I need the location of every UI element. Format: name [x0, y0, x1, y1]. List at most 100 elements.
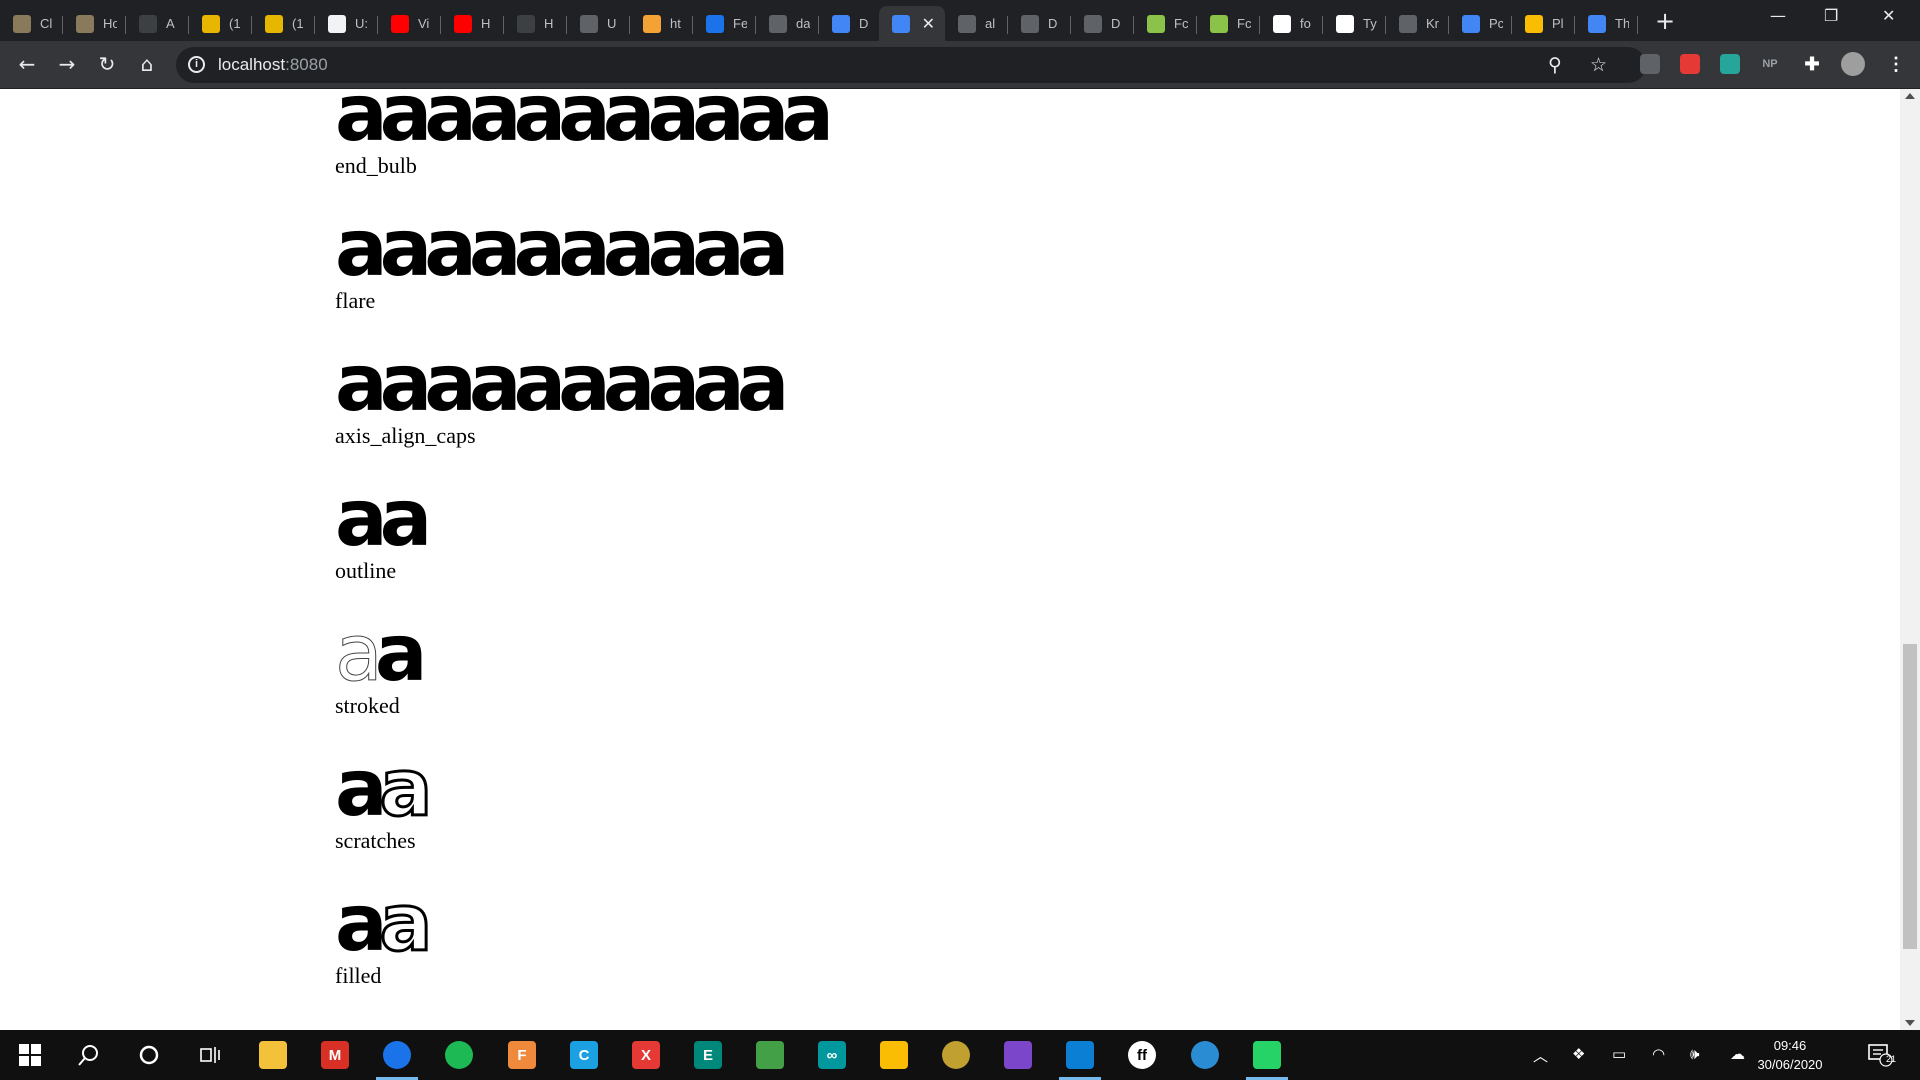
- tab[interactable]: D: [1008, 6, 1071, 41]
- taskbar-app-file-explorer[interactable]: [248, 1030, 298, 1080]
- taskbar-app-fontforge[interactable]: F: [497, 1030, 547, 1080]
- tab[interactable]: (1: [189, 6, 252, 41]
- profile-avatar[interactable]: [1841, 52, 1865, 76]
- tab[interactable]: Pc: [1449, 6, 1512, 41]
- taskbar-app-arduino[interactable]: ∞: [807, 1030, 857, 1080]
- back-icon[interactable]: ←: [15, 52, 39, 76]
- stop-extension-icon[interactable]: [1680, 54, 1700, 74]
- url-port: :8080: [285, 55, 328, 74]
- tab[interactable]: D: [1071, 6, 1134, 41]
- extensions-puzzle-icon[interactable]: ✚: [1802, 54, 1822, 74]
- tab[interactable]: D: [819, 6, 882, 41]
- taskbar-app-fontlab[interactable]: ff: [1117, 1030, 1167, 1080]
- terminal-icon: E: [694, 1041, 722, 1069]
- taskbar-app-spotify[interactable]: [434, 1030, 484, 1080]
- taskbar-app-vscode[interactable]: [1055, 1030, 1105, 1080]
- tab[interactable]: al: [945, 6, 1008, 41]
- tab[interactable]: Fc: [1197, 6, 1260, 41]
- taskbar-app-visual-studio[interactable]: [993, 1030, 1043, 1080]
- filled-glyph: a: [335, 744, 388, 834]
- taskbar-app-globe-app[interactable]: [931, 1030, 981, 1080]
- task-view-icon[interactable]: [185, 1030, 235, 1080]
- image-viewer-icon: [756, 1041, 784, 1069]
- tab[interactable]: H: [441, 6, 504, 41]
- clock-date: 30/06/2020: [1757, 1057, 1823, 1072]
- tab[interactable]: U: [567, 6, 630, 41]
- zoom-icon[interactable]: ⚲: [1548, 54, 1562, 76]
- glyph-sample-label: stroked: [335, 693, 400, 718]
- battery-icon[interactable]: ▭: [1612, 1045, 1626, 1063]
- scroll-down-arrow-icon[interactable]: [1905, 1020, 1915, 1026]
- scrollbar-thumb[interactable]: [1903, 644, 1917, 949]
- youtube-favicon-icon: [391, 14, 409, 33]
- tab-strip: Cl Ho A (1 (1 U: Vi H H Uht Fe da D ✕ al D D Fc Fc fo Ty Kr Pc…: [0, 0, 1920, 41]
- taskbar-app-chrome[interactable]: [372, 1030, 422, 1080]
- search-icon[interactable]: [64, 1030, 114, 1080]
- scrollbar[interactable]: [1900, 89, 1920, 1030]
- minimize-button[interactable]: —: [1770, 6, 1786, 25]
- tab[interactable]: Cl: [0, 6, 63, 41]
- close-window-button[interactable]: ✕: [1882, 6, 1895, 25]
- tab[interactable]: Pl: [1512, 6, 1575, 41]
- dropbox-icon[interactable]: ❖: [1572, 1045, 1585, 1063]
- tab-title: U: [607, 16, 617, 31]
- tab[interactable]: A: [126, 6, 189, 41]
- ccleaner-icon: C: [570, 1041, 598, 1069]
- taskbar-app-xmind[interactable]: X: [621, 1030, 671, 1080]
- taskbar-app-ccleaner[interactable]: C: [559, 1030, 609, 1080]
- np-extension-icon[interactable]: NP: [1760, 54, 1780, 74]
- scroll-up-arrow-icon[interactable]: [1905, 93, 1915, 99]
- volume-icon[interactable]: 🕪: [1690, 1045, 1699, 1063]
- stroked-glyph: a: [335, 609, 384, 700]
- cortana-icon[interactable]: [124, 1030, 174, 1080]
- tab[interactable]: Ty: [1323, 6, 1386, 41]
- tab[interactable]: Fc: [1134, 6, 1197, 41]
- globe-favicon-icon: [1021, 14, 1039, 33]
- tab-title: Fc: [1237, 16, 1251, 31]
- clock-time: 09:46: [1773, 1038, 1807, 1053]
- tab[interactable]: Th: [1575, 6, 1638, 41]
- tab[interactable]: Ho: [63, 6, 126, 41]
- gd-favicon-icon: [706, 14, 724, 33]
- taskbar-app-edge[interactable]: [1180, 1030, 1230, 1080]
- home-icon[interactable]: ⌂: [135, 52, 159, 76]
- menu-kebab-icon[interactable]: ⋮: [1886, 54, 1906, 74]
- clock[interactable]: 09:46 30/06/2020: [1750, 1036, 1830, 1074]
- site-info-icon[interactable]: i: [188, 56, 205, 73]
- tab[interactable]: U:: [315, 6, 378, 41]
- reload-icon[interactable]: ↻: [95, 52, 119, 76]
- tab-close-icon[interactable]: ✕: [922, 14, 935, 33]
- globe-favicon-icon: [1084, 14, 1102, 33]
- tab[interactable]: Fe: [693, 6, 756, 41]
- docs-favicon-icon: [1588, 14, 1606, 33]
- action-center-button[interactable]: 21: [1856, 1030, 1906, 1080]
- tab[interactable]: Vi: [378, 6, 441, 41]
- tab[interactable]: (1: [252, 6, 315, 41]
- tab[interactable]: Kr: [1386, 6, 1449, 41]
- vscode-icon: [1066, 1041, 1094, 1069]
- taskbar-app-image-viewer[interactable]: [745, 1030, 795, 1080]
- taskbar-app-gmail[interactable]: M: [310, 1030, 360, 1080]
- url-text[interactable]: localhost:8080: [218, 55, 328, 75]
- tab-title: H: [544, 16, 554, 31]
- onedrive-cloud-icon[interactable]: ☁: [1730, 1045, 1745, 1063]
- tab[interactable]: da: [756, 6, 819, 41]
- shirt-extension-icon[interactable]: [1720, 54, 1740, 74]
- new-tab-button[interactable]: +: [1655, 7, 1675, 35]
- shield-extension-icon[interactable]: [1640, 54, 1660, 74]
- restore-button[interactable]: ❐: [1824, 6, 1838, 25]
- tab-title: Th: [1615, 16, 1629, 31]
- tab[interactable]: H: [504, 6, 567, 41]
- taskbar-app-whatsapp[interactable]: [1242, 1030, 1292, 1080]
- bookmark-star-icon[interactable]: ☆: [1590, 54, 1607, 76]
- tab[interactable]: ht: [630, 6, 693, 41]
- forward-icon[interactable]: →: [55, 52, 79, 76]
- wifi-icon[interactable]: ◠: [1652, 1045, 1665, 1063]
- address-bar[interactable]: i localhost:8080 ⚲ ☆: [176, 47, 1646, 83]
- tab[interactable]: fo: [1260, 6, 1323, 41]
- taskbar-app-terminal[interactable]: E: [683, 1030, 733, 1080]
- start-button[interactable]: [5, 1030, 55, 1080]
- taskbar-app-keep[interactable]: [869, 1030, 919, 1080]
- tray-overflow-icon[interactable]: ︿: [1533, 1045, 1548, 1066]
- tab-active[interactable]: ✕: [879, 6, 945, 41]
